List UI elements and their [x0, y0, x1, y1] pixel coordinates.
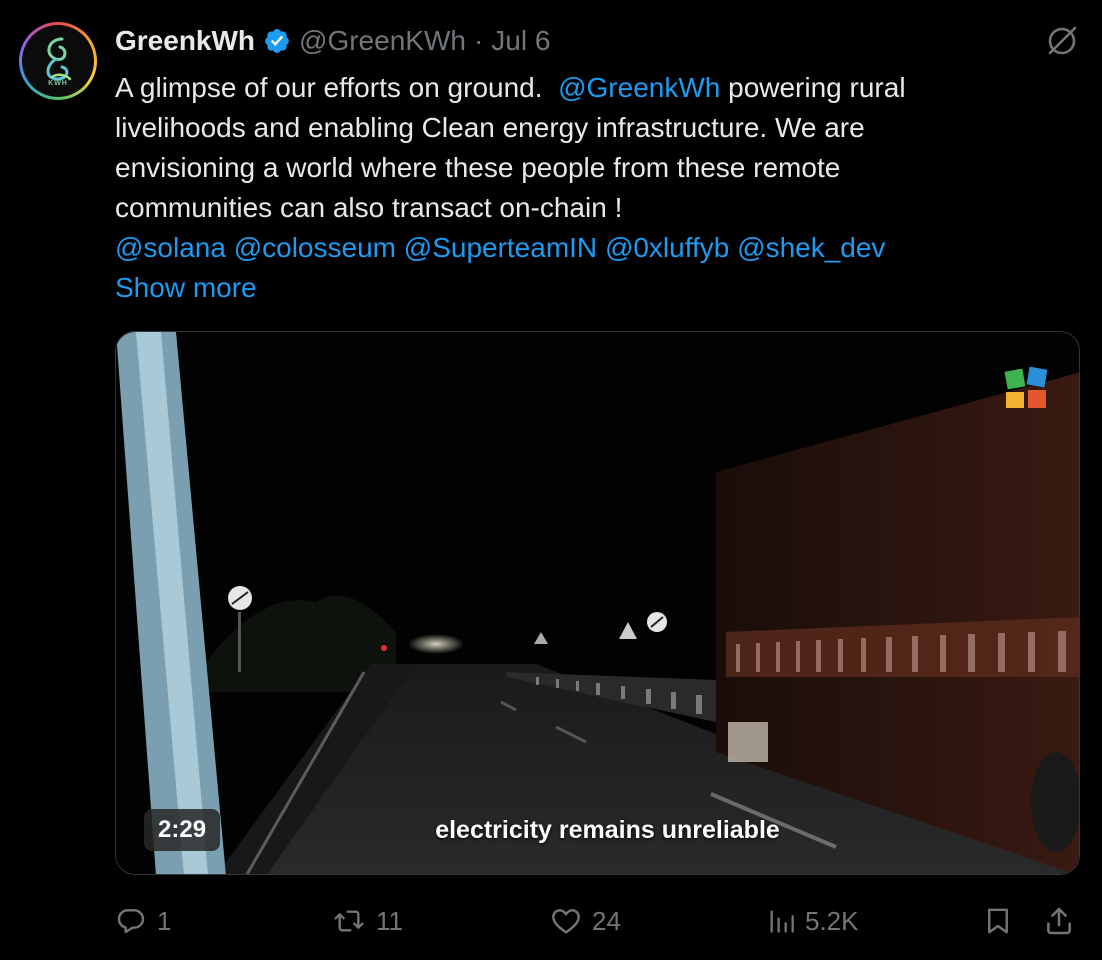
mention-link-shek-dev[interactable]: @shek_dev [737, 232, 885, 263]
mention-link[interactable]: @GreenkWh [558, 72, 720, 103]
mention-link-0xluffyb[interactable]: @0xluffyb [605, 232, 729, 263]
repost-button[interactable]: 11 [332, 895, 403, 947]
views-button[interactable]: 5.2K [767, 895, 859, 947]
tweet-text-segment: powering rural [720, 72, 906, 103]
repost-count: 11 [376, 905, 403, 936]
avatar[interactable]: KWH [19, 22, 97, 100]
reply-icon [117, 909, 145, 934]
like-button[interactable]: 24 [550, 895, 621, 947]
mentions-line: @solana @colosseum @SuperteamIN @0xluffy… [115, 228, 1015, 268]
tweet-date[interactable]: Jul 6 [491, 25, 550, 57]
tweet-text-line-3: envisioning a world where these people f… [115, 152, 841, 183]
mention-link-colosseum[interactable]: @colosseum [234, 232, 396, 263]
show-more-link[interactable]: Show more [115, 268, 1015, 308]
header-separator: · [473, 25, 484, 56]
heart-icon [552, 909, 580, 934]
tweet-text-line-1: A glimpse of our efforts on ground. @Gre… [115, 68, 1015, 108]
grok-icon[interactable] [1045, 24, 1079, 58]
avatar-logo: KWH [22, 25, 94, 97]
video-frame [116, 332, 1079, 874]
like-count: 24 [592, 905, 621, 936]
bookmark-button[interactable] [983, 895, 1013, 947]
tweet-text-segment: A glimpse of our efforts on ground. [115, 72, 543, 103]
tweet-text-line-4: communities can also transact on-chain ! [115, 192, 623, 223]
repost-icon [334, 910, 364, 932]
share-icon [1047, 907, 1071, 935]
mention-link-solana[interactable]: @solana [115, 232, 226, 263]
video-subtitle: electricity remains unreliable [435, 816, 780, 844]
views-count: 5.2K [805, 905, 859, 936]
tweet-header: GreenkWh @GreenKWh · Jul 6 [115, 22, 550, 60]
tweet: KWH GreenkWh @GreenKWh · Jul 6 A glimpse… [0, 0, 1102, 960]
mention-link-superteamin[interactable]: @SuperteamIN [404, 232, 597, 263]
reply-button[interactable]: 1 [115, 895, 171, 947]
bookmark-icon [988, 908, 1008, 934]
channel-logo-icon [1000, 362, 1052, 414]
video-player[interactable]: 2:29 electricity remains unreliable [115, 331, 1080, 875]
author-display-name[interactable]: GreenkWh [115, 25, 255, 57]
tweet-text: A glimpse of our efforts on ground. @Gre… [115, 68, 1015, 308]
author-handle[interactable]: @GreenKWh [299, 25, 466, 57]
tweet-text-line-2: livelihoods and enabling Clean energy in… [115, 112, 865, 143]
share-button[interactable] [1043, 895, 1075, 947]
verified-badge-icon[interactable] [263, 27, 291, 55]
views-icon [770, 910, 794, 933]
reply-count: 1 [157, 905, 172, 936]
avatar-label: KWH [48, 80, 68, 87]
action-bar: 1 11 24 5.2K [115, 895, 1080, 947]
